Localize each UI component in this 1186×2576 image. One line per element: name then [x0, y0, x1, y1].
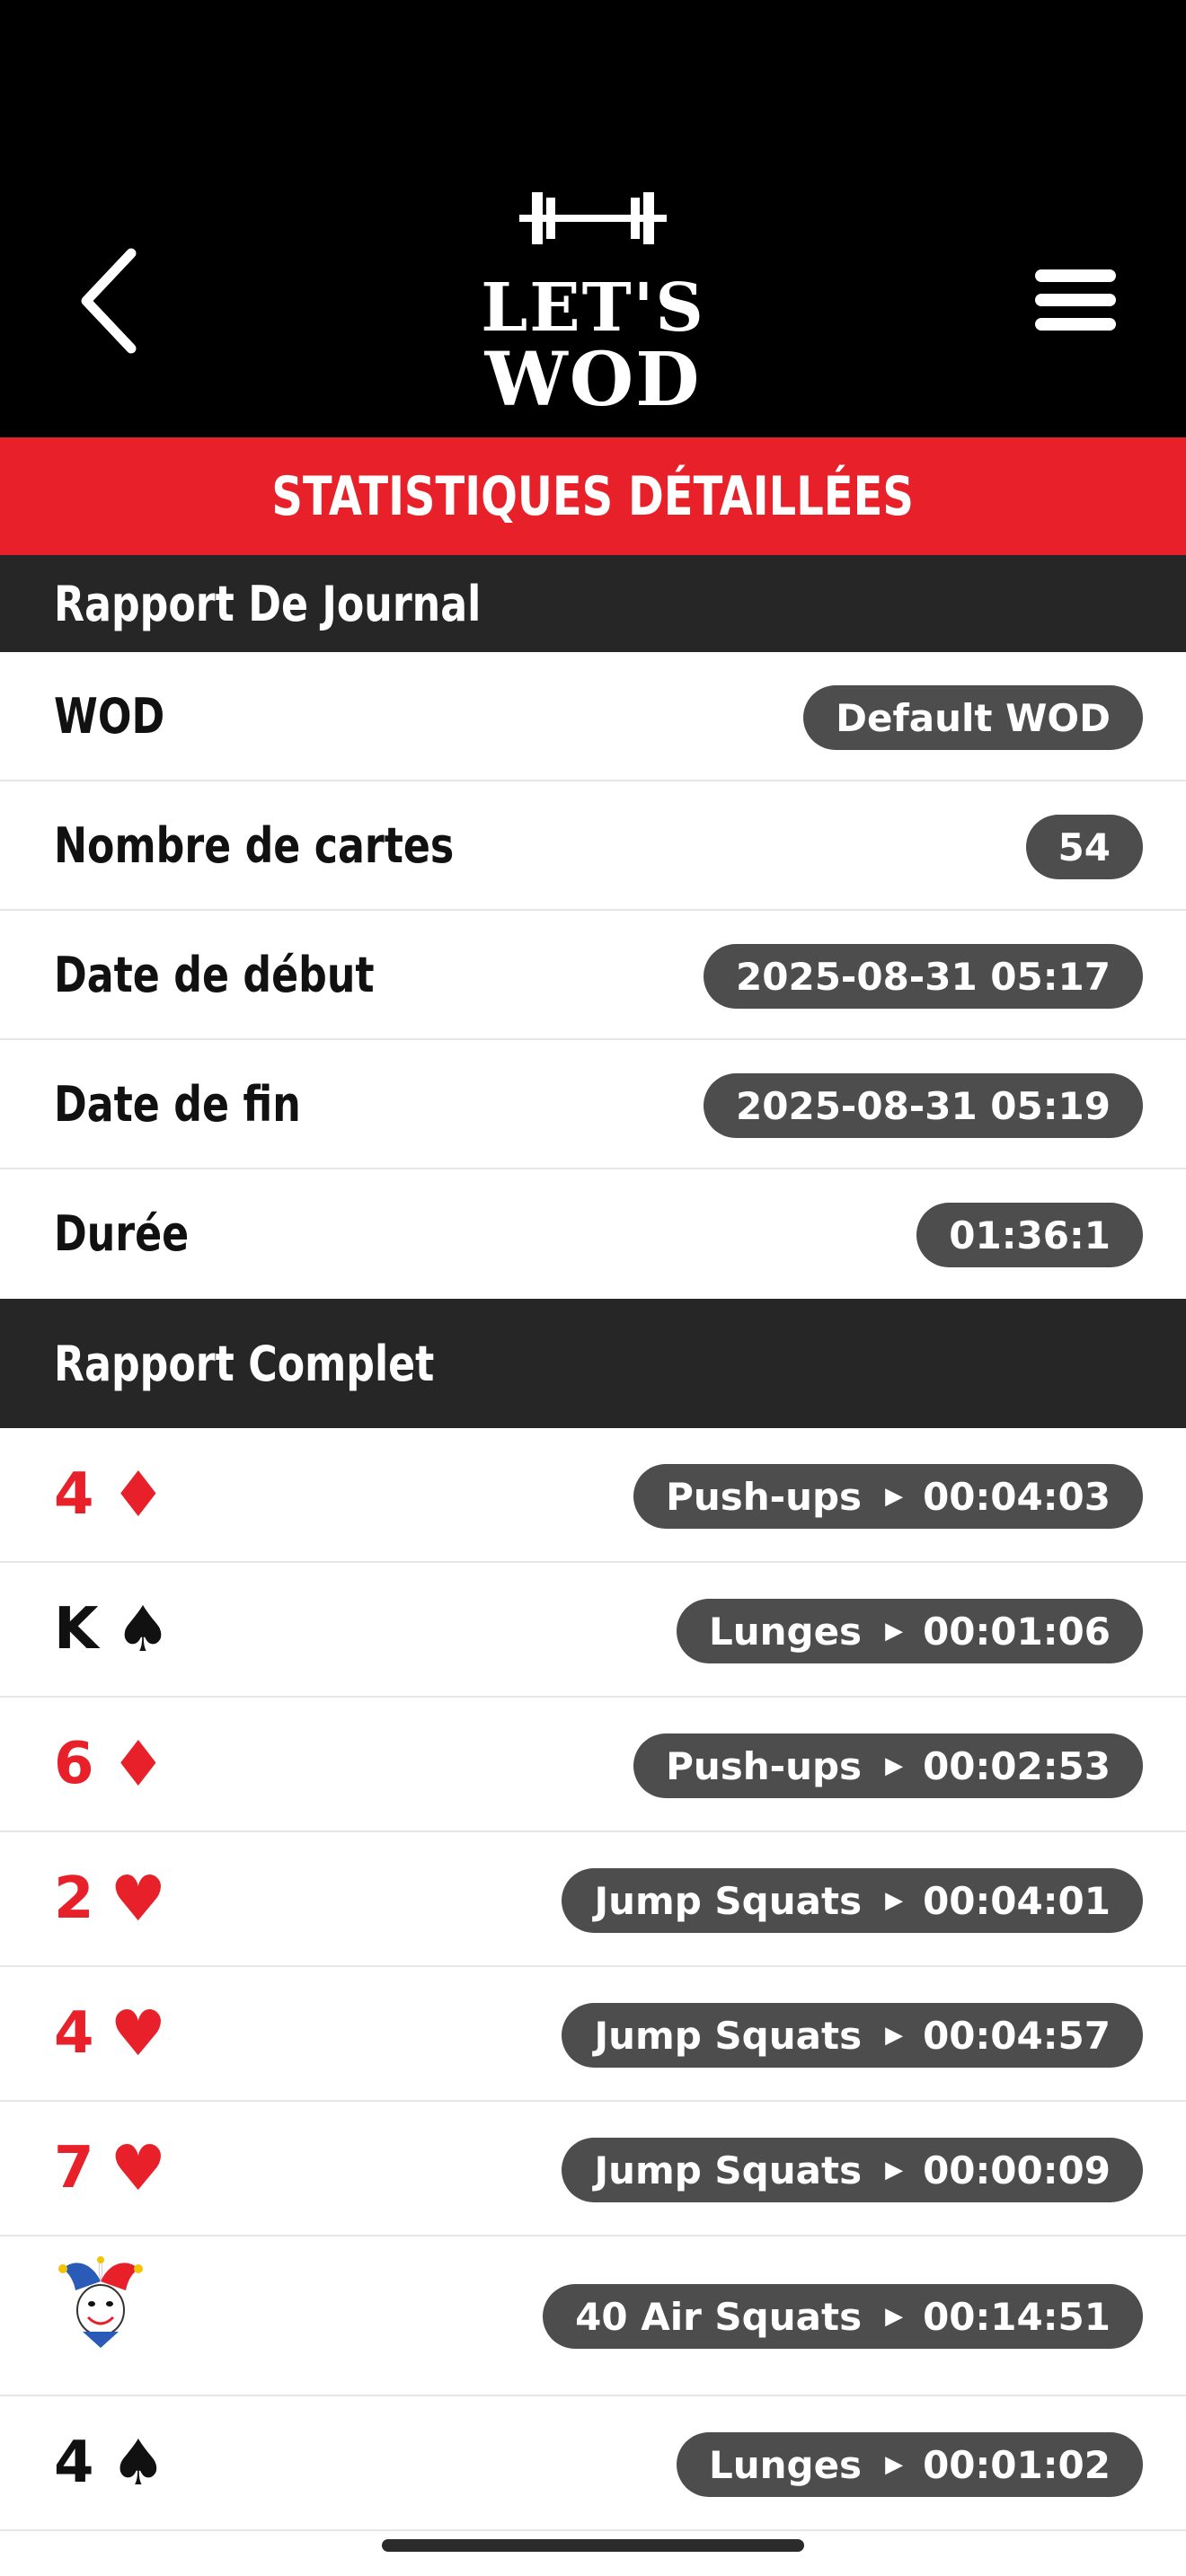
stat-row-wod: WOD Default WOD: [0, 652, 1186, 781]
card-label: 4 ♥: [54, 1967, 166, 2100]
stat-value-badge: 01:36:1: [916, 1203, 1143, 1267]
spade-icon: ♠: [114, 1592, 172, 1666]
exercise-time: 00:14:51: [923, 2294, 1111, 2339]
journal-section-title: Rapport De Journal: [54, 575, 482, 632]
letswod-logo: LET'S WOD: [476, 189, 710, 417]
exercise-name: Lunges: [708, 2442, 863, 2487]
exercise-time: 00:04:03: [923, 1474, 1111, 1519]
card-label: 4 ♦: [54, 1428, 166, 1561]
diamond-icon: ♦: [110, 1727, 167, 1801]
stat-value-badge: 2025-08-31 05:17: [704, 944, 1143, 1009]
play-arrow-icon: ▶: [885, 2157, 904, 2183]
play-arrow-icon: ▶: [885, 2451, 904, 2478]
stat-value: 01:36:1: [949, 1213, 1111, 1257]
heart-icon: ♥: [110, 1997, 167, 2070]
stat-label: Durée: [54, 1204, 190, 1262]
exercise-time: 00:04:57: [923, 2013, 1111, 2058]
card-rank: 2: [54, 1866, 94, 1932]
stat-label: WOD: [54, 687, 165, 745]
stat-row-duration: Durée 01:36:1: [0, 1169, 1186, 1299]
exercise-name: Lunges: [708, 1609, 863, 1654]
card-row: 40 Air Squats ▶ 00:14:51: [0, 2236, 1186, 2396]
card-row: 4 ♦ Push-ups ▶ 00:04:03: [0, 1428, 1186, 1563]
card-rank: 4: [54, 2430, 94, 2496]
exercise-time: 00:00:09: [923, 2148, 1111, 2192]
complete-section-header: Rapport Complet: [0, 1299, 1186, 1428]
play-arrow-icon: ▶: [885, 2303, 904, 2330]
exercise-name: Jump Squats: [594, 2148, 863, 2192]
exercise-name: Jump Squats: [594, 1878, 863, 1923]
card-label: 2 ♥: [54, 1832, 166, 1965]
joker-icon: [58, 2256, 143, 2348]
card-row: 2 ♥ Jump Squats ▶ 00:04:01: [0, 1832, 1186, 1967]
card-exercise-badge: Lunges ▶ 00:01:02: [676, 2432, 1143, 2497]
card-exercise-badge: Jump Squats ▶ 00:04:01: [562, 1868, 1143, 1933]
card-exercise-badge: Push-ups ▶ 00:02:53: [633, 1734, 1143, 1798]
complete-section-title: Rapport Complet: [54, 1335, 435, 1392]
play-arrow-icon: ▶: [885, 1618, 904, 1645]
card-exercise-badge: Jump Squats ▶ 00:04:57: [562, 2003, 1143, 2068]
stat-value: Default WOD: [836, 695, 1111, 740]
exercise-name: Jump Squats: [594, 2013, 863, 2058]
card-exercise-badge: Push-ups ▶ 00:04:03: [633, 1464, 1143, 1529]
card-label: 4 ♠: [54, 2396, 166, 2529]
card-rank: 4: [54, 2000, 94, 2067]
card-rank: 7: [54, 2135, 94, 2201]
journal-section-header: Rapport De Journal: [0, 555, 1186, 652]
card-row: 6 ♦ Push-ups ▶ 00:02:53: [0, 1698, 1186, 1832]
play-arrow-icon: ▶: [885, 1483, 904, 1510]
page-title-banner: STATISTIQUES DÉTAILLÉES: [0, 437, 1186, 555]
play-arrow-icon: ▶: [885, 1752, 904, 1779]
spade-icon: ♠: [110, 2426, 167, 2500]
stat-value-badge: 54: [1025, 815, 1143, 879]
stat-value: 2025-08-31 05:19: [736, 1083, 1111, 1128]
card-row: 7 ♥ Jump Squats ▶ 00:00:09: [0, 2102, 1186, 2236]
heart-icon: ♥: [110, 2131, 167, 2205]
play-arrow-icon: ▶: [885, 1887, 904, 1914]
card-rank: 6: [54, 1731, 94, 1797]
card-row: 4 ♠ Lunges ▶ 00:01:02: [0, 2396, 1186, 2531]
stat-value: 2025-08-31 05:17: [736, 954, 1111, 999]
logo-text-wod: WOD: [484, 337, 702, 423]
exercise-time: 00:02:53: [923, 1743, 1111, 1788]
card-label: K ♠: [54, 1563, 171, 1696]
stat-value: 54: [1058, 825, 1111, 869]
exercise-time: 00:01:06: [923, 1609, 1111, 1654]
stat-label: Date de fin: [54, 1075, 301, 1133]
logo-text-lets: LET'S: [481, 269, 705, 347]
play-arrow-icon: ▶: [885, 2022, 904, 2049]
stat-row-card-count: Nombre de cartes 54: [0, 781, 1186, 911]
card-rank: K: [54, 1596, 99, 1663]
exercise-name: Push-ups: [666, 1743, 863, 1788]
home-indicator[interactable]: [382, 2539, 804, 2552]
card-row: 4 ♥ Jump Squats ▶ 00:04:57: [0, 1967, 1186, 2102]
card-exercise-badge: Lunges ▶ 00:01:06: [676, 1599, 1143, 1663]
stat-row-start-date: Date de début 2025-08-31 05:17: [0, 911, 1186, 1040]
stat-value-badge: 2025-08-31 05:19: [704, 1073, 1143, 1138]
exercise-time: 00:04:01: [923, 1878, 1111, 1923]
stat-label: Date de début: [54, 946, 375, 1003]
stat-label: Nombre de cartes: [54, 816, 455, 874]
chevron-left-icon: [81, 248, 137, 354]
card-row: K ♠ Lunges ▶ 00:01:06: [0, 1563, 1186, 1698]
exercise-name: Push-ups: [666, 1474, 863, 1519]
card-label: 7 ♥: [54, 2102, 166, 2235]
barbell-icon: [519, 192, 667, 244]
exercise-time: 00:01:02: [923, 2442, 1111, 2487]
diamond-icon: ♦: [110, 1458, 167, 1531]
exercise-name: 40 Air Squats: [575, 2294, 863, 2339]
stat-row-end-date: Date de fin 2025-08-31 05:19: [0, 1040, 1186, 1169]
page-title: STATISTIQUES DÉTAILLÉES: [271, 464, 915, 528]
back-button[interactable]: [70, 243, 151, 359]
menu-button[interactable]: [1024, 262, 1123, 338]
stat-value-badge: Default WOD: [803, 685, 1143, 750]
card-exercise-badge: 40 Air Squats ▶ 00:14:51: [543, 2284, 1143, 2349]
app-header: LET'S WOD: [0, 0, 1186, 437]
card-rank: 4: [54, 1461, 94, 1528]
card-exercise-badge: Jump Squats ▶ 00:00:09: [562, 2138, 1143, 2202]
card-label: 6 ♦: [54, 1698, 166, 1831]
heart-icon: ♥: [110, 1862, 167, 1936]
hamburger-menu-icon: [1035, 269, 1116, 331]
